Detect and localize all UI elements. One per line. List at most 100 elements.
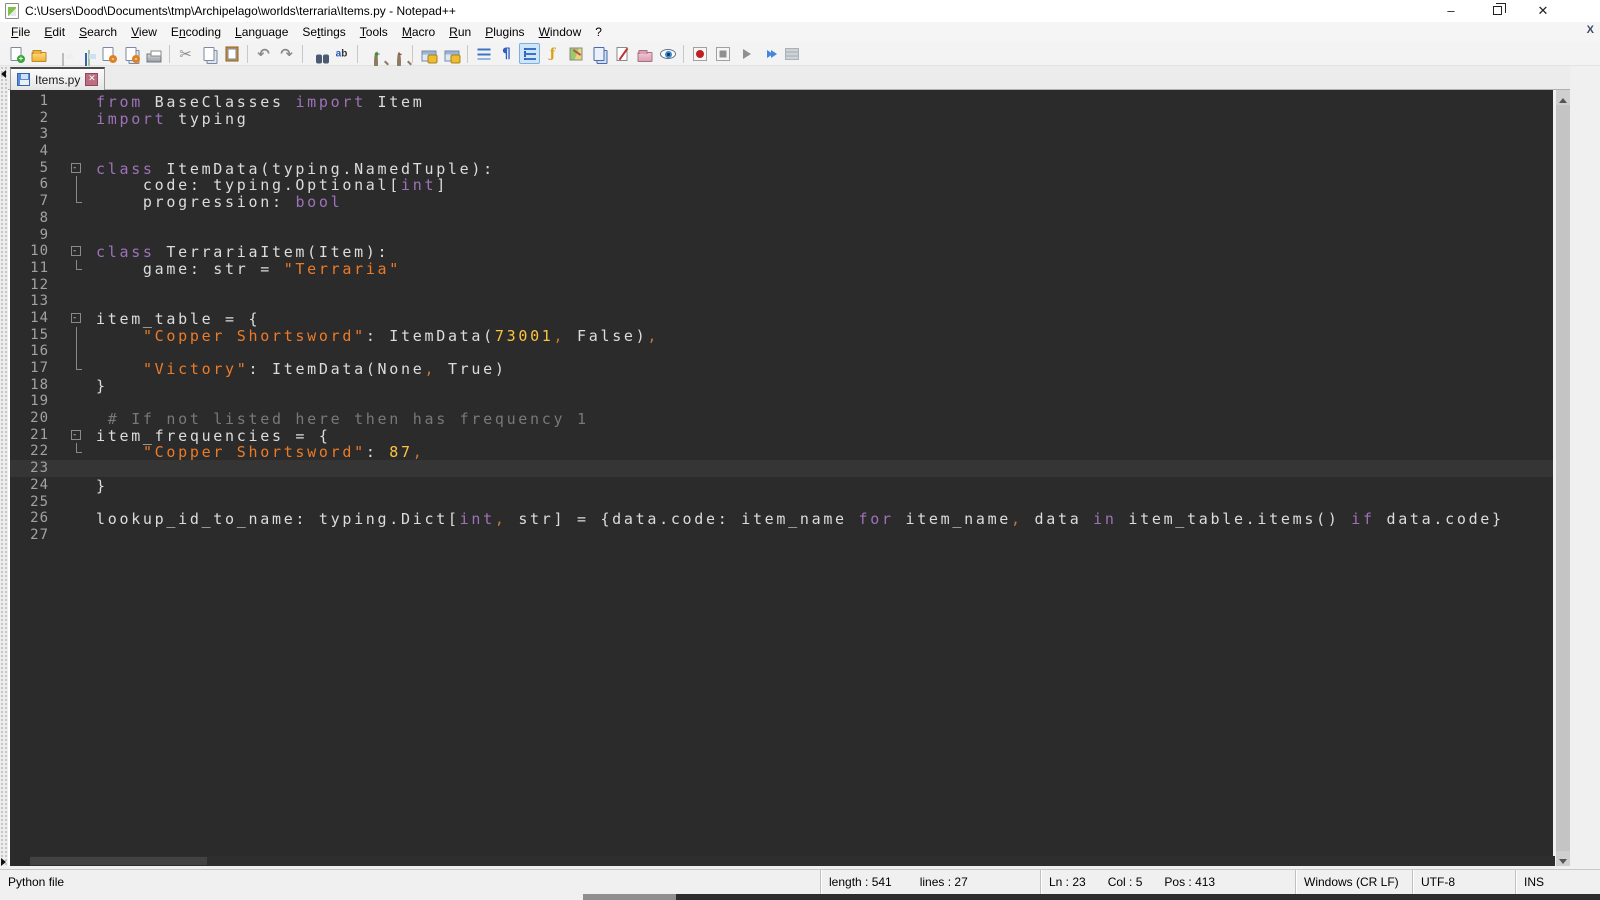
show-all-characters-icon[interactable]: ¶ bbox=[496, 43, 517, 64]
file-monitoring-icon[interactable] bbox=[657, 43, 678, 64]
menu-window[interactable]: Window bbox=[532, 23, 589, 41]
sync-scroll-horizontal-icon[interactable] bbox=[441, 43, 462, 64]
tab-items-py[interactable]: Items.py ✕ bbox=[10, 67, 105, 90]
line-number: 14 bbox=[10, 310, 54, 327]
document-list-icon[interactable] bbox=[588, 43, 609, 64]
paste-icon[interactable] bbox=[221, 43, 242, 64]
code-text: progression: bool bbox=[96, 193, 342, 211]
macro-stop-icon[interactable] bbox=[712, 43, 733, 64]
code-line: 24} bbox=[10, 477, 1553, 494]
fold-margin bbox=[54, 260, 80, 277]
fold-margin bbox=[54, 443, 80, 460]
code-text: import typing bbox=[96, 110, 249, 128]
horizontal-scrollbar[interactable] bbox=[30, 856, 1555, 866]
fold-collapse-icon: - bbox=[71, 430, 81, 440]
status-bar: Python file length : 541 lines : 27 Ln :… bbox=[0, 869, 1600, 894]
code-text: code: typing.Optional[int] bbox=[96, 176, 448, 194]
menu-settings[interactable]: Settings bbox=[295, 23, 352, 41]
fold-margin[interactable]: - bbox=[54, 243, 80, 260]
scroll-down-icon[interactable] bbox=[1556, 851, 1570, 866]
bottom-edge bbox=[0, 894, 1600, 900]
status-eol[interactable]: Windows (CR LF) bbox=[1304, 875, 1399, 889]
dock-arrow-right-icon[interactable] bbox=[1, 858, 6, 866]
macro-play-icon[interactable] bbox=[735, 43, 756, 64]
vertical-scrollbar[interactable] bbox=[1556, 90, 1570, 866]
menu-file[interactable]: File bbox=[4, 23, 37, 41]
horizontal-scrollbar-thumb[interactable] bbox=[30, 857, 207, 865]
tab-close-icon[interactable]: ✕ bbox=[85, 73, 98, 86]
menu-language[interactable]: Language bbox=[228, 23, 295, 41]
code-text: } bbox=[96, 477, 108, 495]
macro-run-multiple-icon[interactable] bbox=[758, 43, 779, 64]
dock-arrow-left-icon[interactable] bbox=[1, 70, 6, 78]
menu-run[interactable]: Run bbox=[442, 23, 478, 41]
code-editor[interactable]: 1from BaseClasses import Item2import typ… bbox=[8, 90, 1553, 866]
fold-margin bbox=[54, 494, 80, 511]
status-insert-mode[interactable]: INS bbox=[1524, 875, 1544, 889]
menu-?[interactable]: ? bbox=[588, 23, 609, 41]
function-list-icon[interactable]: ƒ bbox=[542, 43, 563, 64]
show-indent-guide-active-icon[interactable] bbox=[519, 43, 540, 64]
line-number: 27 bbox=[10, 527, 54, 544]
line-number: 11 bbox=[10, 260, 54, 277]
fold-margin[interactable]: - bbox=[54, 160, 80, 177]
menubar-close-icon[interactable]: X bbox=[1587, 24, 1594, 36]
menu-tools[interactable]: Tools bbox=[353, 23, 395, 41]
toolbar-separator bbox=[357, 45, 358, 63]
toolbar-separator bbox=[247, 45, 248, 63]
sync-scroll-vertical-icon[interactable] bbox=[418, 43, 439, 64]
menu-encoding[interactable]: Encoding bbox=[164, 23, 228, 41]
line-number: 19 bbox=[10, 393, 54, 410]
fold-margin[interactable]: - bbox=[54, 310, 80, 327]
zoom-in-icon[interactable]: + bbox=[363, 43, 384, 64]
open-file-icon[interactable] bbox=[28, 43, 49, 64]
code-line: 18} bbox=[10, 377, 1553, 394]
fold-margin[interactable]: - bbox=[54, 427, 80, 444]
close-file-icon[interactable]: - bbox=[97, 43, 118, 64]
vertical-scrollbar-thumb[interactable] bbox=[1556, 105, 1570, 851]
macro-save-disabled-icon[interactable] bbox=[781, 43, 802, 64]
code-text: # If not listed here then has frequency … bbox=[96, 410, 589, 428]
restore-button[interactable] bbox=[1474, 0, 1520, 22]
save-file-disabled-icon[interactable] bbox=[51, 43, 72, 64]
line-number: 13 bbox=[10, 293, 54, 310]
fold-margin bbox=[54, 510, 80, 527]
status-encoding[interactable]: UTF-8 bbox=[1421, 875, 1455, 889]
edit-marker-icon[interactable] bbox=[611, 43, 632, 64]
menu-search[interactable]: Search bbox=[72, 23, 124, 41]
close-button[interactable]: ✕ bbox=[1520, 0, 1566, 22]
bottom-edge-gray bbox=[583, 894, 676, 900]
undo-icon[interactable]: ↶ bbox=[253, 43, 274, 64]
minimize-button[interactable]: – bbox=[1428, 0, 1474, 22]
print-icon[interactable] bbox=[143, 43, 164, 64]
scroll-up-icon[interactable] bbox=[1556, 90, 1570, 105]
menu-edit[interactable]: Edit bbox=[37, 23, 72, 41]
status-line-number: Ln : 23 bbox=[1049, 875, 1086, 889]
line-number: 18 bbox=[10, 377, 54, 394]
cut-icon[interactable]: ✂ bbox=[175, 43, 196, 64]
redo-icon[interactable]: ↷ bbox=[276, 43, 297, 64]
code-line: 26lookup_id_to_name: typing.Dict[int, st… bbox=[10, 510, 1553, 527]
macro-record-icon[interactable] bbox=[689, 43, 710, 64]
menu-view[interactable]: View bbox=[124, 23, 164, 41]
menu-plugins[interactable]: Plugins bbox=[478, 23, 531, 41]
code-line: 23 bbox=[10, 460, 1553, 477]
save-all-icon[interactable] bbox=[74, 43, 95, 64]
status-length: length : 541 bbox=[829, 875, 892, 889]
code-line: 21-item_frequencies = { bbox=[10, 427, 1553, 444]
menu-macro[interactable]: Macro bbox=[395, 23, 442, 41]
new-file-icon[interactable]: + bbox=[5, 43, 26, 64]
replace-icon[interactable]: ab bbox=[331, 43, 352, 64]
project-folder-icon[interactable] bbox=[634, 43, 655, 64]
word-wrap-icon[interactable] bbox=[473, 43, 494, 64]
close-all-icon[interactable]: - bbox=[120, 43, 141, 64]
toolbar-separator bbox=[302, 45, 303, 63]
find-icon[interactable] bbox=[308, 43, 329, 64]
copy-icon[interactable] bbox=[198, 43, 219, 64]
notepad-plus-plus-window: C:\Users\Dood\Documents\tmp\Archipelago\… bbox=[0, 0, 1600, 900]
restore-icon bbox=[1493, 6, 1502, 15]
fold-margin bbox=[54, 176, 80, 193]
document-map-icon[interactable] bbox=[565, 43, 586, 64]
code-line: 8 bbox=[10, 210, 1553, 227]
zoom-out-icon[interactable]: - bbox=[386, 43, 407, 64]
